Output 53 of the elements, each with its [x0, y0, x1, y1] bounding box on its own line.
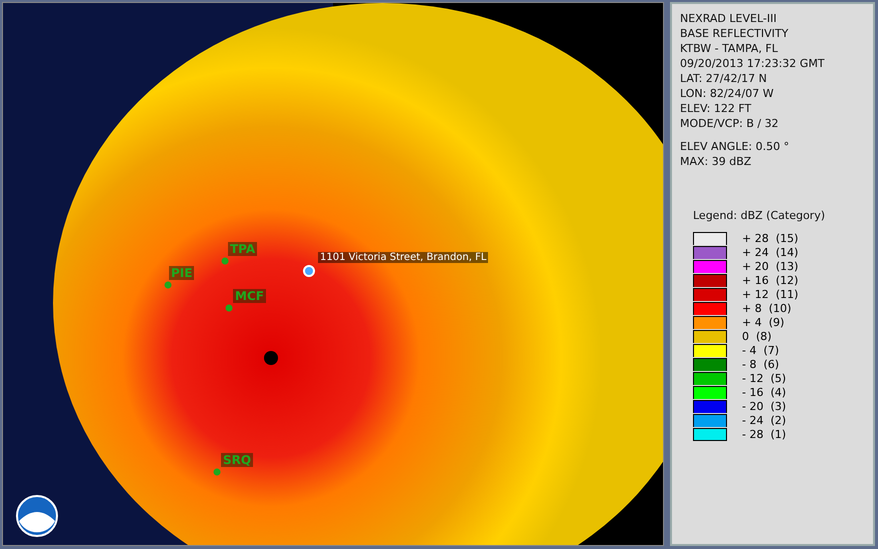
station-label: MCF: [233, 289, 266, 303]
legend-category: (15): [776, 232, 798, 244]
legend-value: + 12: [742, 288, 769, 300]
station-dot-icon: [222, 258, 228, 264]
station-label: TPA: [228, 242, 258, 256]
legend-value: - 16: [742, 386, 764, 398]
legend-category: (2): [770, 414, 786, 426]
station-dot-icon: [226, 304, 232, 312]
radar-info-text: NEXRAD LEVEL-III: [680, 11, 778, 26]
legend-value: + 4: [742, 316, 762, 328]
legend-value: - 12: [742, 372, 764, 384]
radar-info-text: LAT: 27/42/17 N: [680, 71, 768, 86]
legend-category: (13): [776, 260, 798, 272]
station-dot-icon: [214, 468, 220, 476]
radar-info-text: BASE REFLECTIVITY: [680, 26, 790, 41]
legend-category: (5): [770, 372, 786, 384]
legend-category: (10): [768, 302, 792, 314]
legend-category: (12): [776, 274, 798, 286]
station-dot-icon: [164, 282, 172, 288]
radar-info-text: MODE/VCP: B / 32: [680, 116, 780, 131]
scan-info-text: MAX: 39 dBZ: [680, 154, 752, 169]
legend-category: (9): [768, 316, 784, 328]
legend-value: + 16: [742, 274, 769, 286]
station-label: PIE: [169, 266, 194, 280]
radar-site-icon: [264, 351, 278, 365]
legend-category: (8): [756, 330, 772, 342]
legend-category: (1): [770, 428, 786, 440]
legend-value: - 28: [742, 428, 764, 440]
legend-category: (3): [770, 400, 786, 412]
legend-value: - 4: [742, 344, 756, 356]
legend-value: - 20: [742, 400, 764, 412]
legend-value: + 20: [742, 260, 769, 272]
legend-category: (7): [763, 344, 780, 356]
station-label: SRQ: [221, 453, 254, 467]
noaa-logo-icon: [16, 495, 58, 537]
scan-info-text: ELEV ANGLE: 0.50 °: [680, 139, 790, 154]
legend-value: + 28: [742, 232, 769, 244]
legend-category: (14): [776, 246, 798, 258]
legend-category: (6): [763, 358, 780, 370]
legend-category: (11): [776, 288, 798, 300]
legend-value: + 8: [742, 302, 762, 314]
legend-value: 0: [742, 330, 749, 342]
radar-info-text: 09/20/2013 17:23:32 GMT: [680, 56, 826, 71]
legend-value: - 8: [742, 358, 756, 370]
radar-info-text: KTBW - TAMPA, FL: [680, 41, 779, 56]
legend-title: Legend: dBZ (Category): [693, 209, 826, 222]
radar-info-text: LON: 82/24/07 W: [680, 86, 775, 101]
legend-value: - 24: [742, 414, 764, 426]
location-pin-icon: [303, 265, 315, 277]
legend-category: (4): [770, 386, 786, 398]
location-label: 1101 Victoria Street, Brandon, FL: [318, 252, 488, 263]
radar-info-text: ELEV: 122 FT: [680, 101, 752, 116]
legend-value: + 24: [742, 246, 769, 258]
